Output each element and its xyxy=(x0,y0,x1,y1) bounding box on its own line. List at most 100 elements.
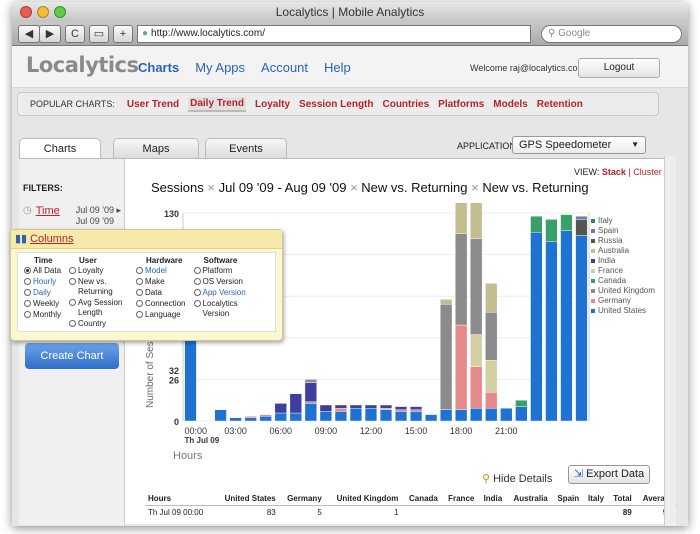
export-data-button[interactable]: ⇲ Export Data xyxy=(568,465,650,484)
column-option[interactable]: Language xyxy=(136,310,185,320)
chart-bar-segment[interactable] xyxy=(560,214,573,231)
chart-bar-segment[interactable] xyxy=(379,409,393,422)
chart-bar-segment[interactable] xyxy=(259,414,272,417)
column-option[interactable]: All Data xyxy=(24,266,61,276)
chart-bar-segment[interactable] xyxy=(410,411,423,422)
popular-retention[interactable]: Retention xyxy=(537,99,583,110)
view-stack[interactable]: Stack xyxy=(602,167,626,177)
table-header-cell[interactable]: United Kingdom xyxy=(324,492,402,506)
legend-item[interactable]: Australia xyxy=(591,246,655,256)
radio-icon[interactable] xyxy=(24,300,31,307)
table-header-cell[interactable]: Italy xyxy=(582,492,608,506)
legend-item[interactable]: France xyxy=(591,266,655,276)
time-filter-link[interactable]: Time xyxy=(36,205,60,217)
radio-icon[interactable] xyxy=(24,311,31,318)
chart-bar-segment[interactable] xyxy=(455,409,468,422)
legend-item[interactable]: United States xyxy=(591,306,655,316)
column-option[interactable]: Avg Session Length xyxy=(69,298,128,318)
legend-item[interactable]: United Kingdom xyxy=(591,286,655,296)
chart-bar-segment[interactable] xyxy=(410,409,423,412)
chart-bar-segment[interactable] xyxy=(410,406,423,411)
chart-bar-segment[interactable] xyxy=(485,407,498,422)
table-header-cell[interactable]: Total xyxy=(607,492,635,506)
hide-details-button[interactable]: ⚲ Hide Details xyxy=(482,472,552,486)
column-option[interactable]: Daily xyxy=(24,288,61,298)
create-chart-button[interactable]: Create Chart xyxy=(25,343,119,369)
popular-daily-trend[interactable]: Daily Trend xyxy=(188,96,247,112)
chart-bar-segment[interactable] xyxy=(244,417,257,422)
chart-bar-segment[interactable] xyxy=(334,404,347,409)
chart-bar-segment[interactable] xyxy=(470,366,483,409)
table-header-cell[interactable]: Hours xyxy=(145,492,215,506)
chart-bar-segment[interactable] xyxy=(349,407,362,422)
column-option[interactable]: Monthly xyxy=(24,310,61,320)
view-cluster[interactable]: Cluster xyxy=(633,167,662,177)
chart-bar-segment[interactable] xyxy=(319,404,332,412)
column-option[interactable]: Weekly xyxy=(24,299,61,309)
add-bookmark-button[interactable]: + xyxy=(113,24,133,43)
column-option[interactable]: App Version xyxy=(193,288,253,298)
radio-icon[interactable] xyxy=(24,278,31,285)
popular-user-trend[interactable]: User Trend xyxy=(127,99,179,110)
chart-bar-segment[interactable] xyxy=(575,219,588,236)
chart-bar-segment[interactable] xyxy=(274,412,287,422)
chart-bar-segment[interactable] xyxy=(470,203,483,239)
chart-bar-segment[interactable] xyxy=(455,324,468,411)
radio-icon[interactable] xyxy=(193,289,201,296)
radio-icon[interactable] xyxy=(69,320,77,327)
chart-bar-segment[interactable] xyxy=(304,403,317,422)
nav-account[interactable]: Account xyxy=(261,60,308,75)
radio-icon[interactable] xyxy=(136,311,144,318)
back-button[interactable]: ◀ xyxy=(18,24,40,43)
legend-item[interactable]: Germany xyxy=(591,296,655,306)
chart-bar-segment[interactable] xyxy=(304,401,317,404)
popular-loyalty[interactable]: Loyalty xyxy=(255,99,290,110)
chart-bar-segment[interactable] xyxy=(440,299,453,305)
localytics-logo[interactable]: Localytics xyxy=(26,53,139,77)
radio-icon[interactable] xyxy=(69,267,77,274)
radio-icon[interactable] xyxy=(24,289,31,296)
chart-bar-segment[interactable] xyxy=(515,399,528,407)
application-select[interactable]: GPS Speedometer ▼ xyxy=(512,136,646,154)
chart-bar-segment[interactable] xyxy=(500,407,513,422)
table-header-cell[interactable]: India xyxy=(477,492,506,506)
radio-icon[interactable] xyxy=(193,300,201,307)
column-option[interactable]: New vs. Returning xyxy=(69,277,128,297)
chart-bar-segment[interactable] xyxy=(455,203,468,234)
chart-bar-segment[interactable] xyxy=(379,407,393,410)
remove-icon[interactable]: × xyxy=(471,180,479,195)
table-header-cell[interactable]: France xyxy=(440,492,478,506)
snapback-button[interactable]: ▭ xyxy=(89,24,109,43)
column-option[interactable]: Loyalty xyxy=(69,266,128,276)
column-option[interactable]: Localytics Version xyxy=(193,299,253,319)
chart-bar-segment[interactable] xyxy=(545,219,558,242)
search-input[interactable]: ⚲ Google xyxy=(541,24,682,43)
radio-icon[interactable] xyxy=(69,278,77,285)
chart-bar-segment[interactable] xyxy=(364,407,378,422)
legend-item[interactable]: Canada xyxy=(591,276,655,286)
chart-bar-segment[interactable] xyxy=(455,233,468,326)
columns-popup-title[interactable]: Columns xyxy=(30,230,73,249)
chart-bar-segment[interactable] xyxy=(334,407,347,412)
chart-bar-segment[interactable] xyxy=(560,230,573,422)
chart-bar-segment[interactable] xyxy=(259,415,272,422)
remove-icon[interactable]: × xyxy=(350,180,358,195)
chart-bar-segment[interactable] xyxy=(485,359,498,393)
chart-bar-segment[interactable] xyxy=(349,404,362,409)
chart-bar-segment[interactable] xyxy=(470,407,483,422)
tab-maps[interactable]: Maps xyxy=(113,138,199,158)
radio-icon[interactable] xyxy=(69,299,77,306)
radio-icon[interactable] xyxy=(136,300,144,307)
radio-icon[interactable] xyxy=(136,267,144,274)
chart-bar-segment[interactable] xyxy=(485,283,498,313)
column-option[interactable]: Country xyxy=(69,319,128,329)
nav-help[interactable]: Help xyxy=(324,60,351,75)
chart-bar-segment[interactable] xyxy=(334,411,347,422)
chart-bar-segment[interactable] xyxy=(575,215,588,220)
logout-button[interactable]: Logout xyxy=(578,58,660,78)
forward-button[interactable]: ▶ xyxy=(39,24,61,43)
table-header-cell[interactable]: Australia xyxy=(505,492,551,506)
chart-bar-segment[interactable] xyxy=(289,393,302,414)
tab-events[interactable]: Events xyxy=(205,138,287,158)
radio-icon[interactable] xyxy=(136,289,144,296)
